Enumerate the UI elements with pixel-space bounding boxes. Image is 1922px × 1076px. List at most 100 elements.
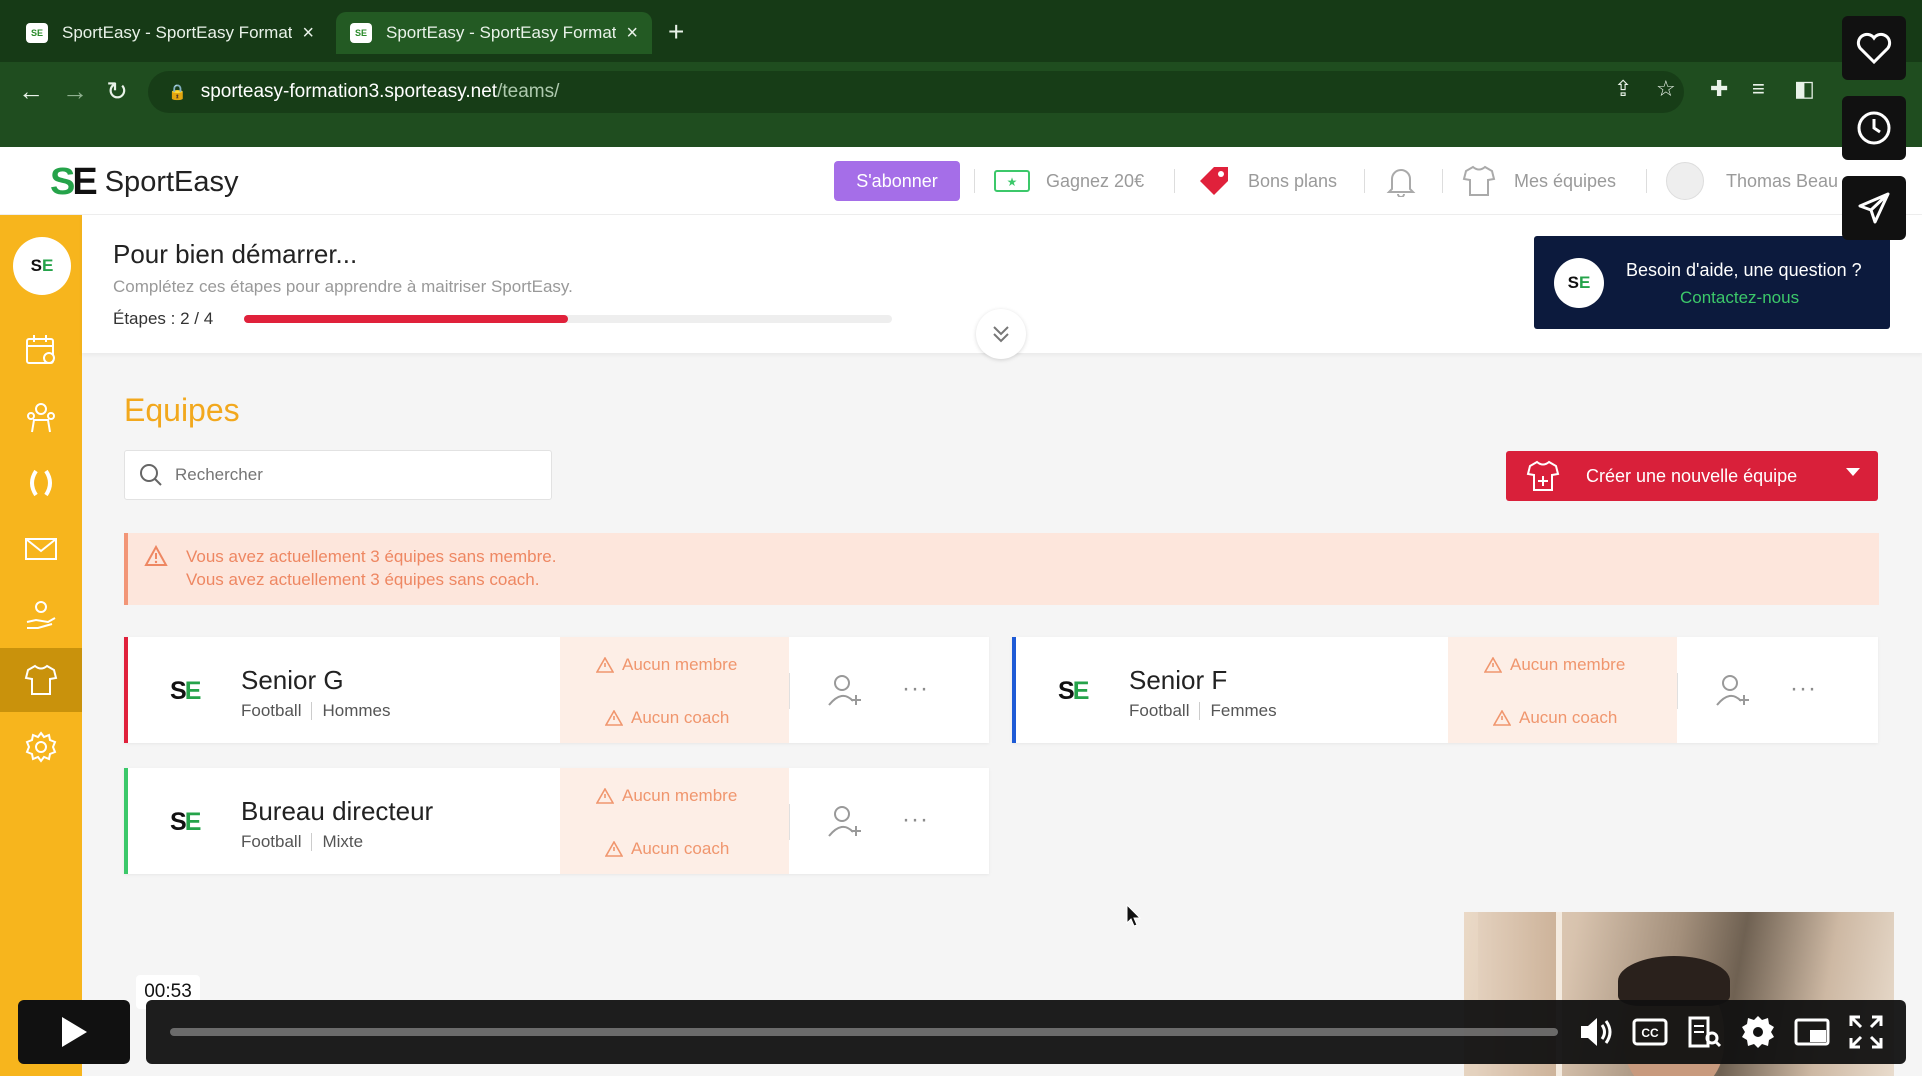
no-coach-warning: Aucun coach — [1493, 708, 1617, 728]
deals-link[interactable]: Bons plans — [1196, 161, 1337, 201]
calendar-icon — [26, 335, 55, 364]
tag-icon — [1200, 167, 1228, 195]
sidebar-item-calendar[interactable] — [0, 318, 82, 382]
se-logo-icon: SE — [50, 161, 98, 203]
sidebar-item-finance[interactable] — [0, 583, 82, 647]
expand-onboarding-button[interactable] — [976, 309, 1026, 359]
sidebar: SE — [0, 215, 82, 1076]
url-path: /teams/ — [497, 81, 560, 102]
browser-chrome: SE SportEasy - SportEasy Formati × SE Sp… — [0, 0, 1922, 147]
watch-later-button[interactable] — [1842, 96, 1906, 160]
send-icon — [1858, 192, 1890, 224]
search-input[interactable] — [175, 465, 535, 485]
add-user-icon[interactable] — [827, 673, 863, 707]
sidebar-item-settings[interactable] — [0, 715, 82, 779]
add-jersey-icon — [1526, 460, 1560, 491]
my-teams-link[interactable]: Mes équipes — [1462, 161, 1616, 201]
no-member-warning: Aucun membre — [596, 655, 737, 675]
help-question: Besoin d'aide, une question ? — [1626, 260, 1862, 280]
share-icon[interactable]: ⇪ — [1614, 76, 1632, 102]
add-user-icon[interactable] — [827, 804, 863, 838]
mail-icon — [25, 538, 57, 560]
reading-list-icon[interactable]: ≡ — [1752, 76, 1765, 102]
team-name[interactable]: Bureau directeur — [241, 796, 433, 827]
video-control-bar: CC — [146, 1000, 1906, 1064]
user-menu[interactable]: Thomas Beau — [1666, 161, 1838, 201]
team-name[interactable]: Senior G — [241, 665, 344, 696]
tab-bar: SE SportEasy - SportEasy Formati × SE Sp… — [0, 0, 1922, 62]
team-logo: SE — [170, 677, 201, 705]
video-controls: CC — [18, 998, 1906, 1066]
bookmark-star-icon[interactable]: ☆ — [1656, 76, 1676, 102]
warning-icon — [596, 788, 614, 804]
side-panel-icon[interactable]: ◧ — [1794, 76, 1815, 102]
brand-name: SportEasy — [104, 166, 239, 198]
address-bar[interactable]: 🔒 sporteasy-formation3.sporteasy.net/tea… — [148, 71, 1684, 113]
onboarding-title: Pour bien démarrer... — [113, 239, 358, 269]
jersey-icon — [24, 664, 58, 695]
more-options-icon[interactable]: ··· — [1790, 675, 1817, 703]
sidebar-item-stats[interactable] — [0, 451, 82, 515]
help-box[interactable]: SE Besoin d'aide, une question ? Contact… — [1534, 236, 1890, 329]
earn-link[interactable]: ★ Gagnez 20€ — [994, 161, 1144, 201]
close-tab-icon[interactable]: × — [302, 22, 314, 45]
tab-title: SportEasy - SportEasy Formati — [62, 23, 293, 42]
more-options-icon[interactable]: ··· — [902, 675, 929, 703]
browser-tab-1[interactable]: SE SportEasy - SportEasy Formati × — [12, 12, 328, 54]
like-video-button[interactable] — [1842, 16, 1906, 80]
svg-text:★: ★ — [1007, 175, 1018, 189]
team-card[interactable]: SE Senior G Football Hommes Aucun membre … — [124, 637, 989, 743]
ticket-icon: ★ — [994, 170, 1030, 192]
contact-link[interactable]: Contactez-nous — [1680, 288, 1799, 308]
caret-down-icon[interactable] — [1846, 468, 1860, 476]
extensions-icon[interactable]: ✚ — [1710, 76, 1728, 102]
more-options-icon[interactable]: ··· — [902, 806, 929, 834]
warning-icon — [1484, 657, 1502, 673]
notifications-bell[interactable] — [1386, 161, 1416, 201]
alert-line: Vous avez actuellement 3 équipes sans co… — [186, 570, 540, 589]
browser-tab-2[interactable]: SE SportEasy - SportEasy Formati × — [336, 12, 652, 54]
warning-icon — [1493, 710, 1511, 726]
video-scrubber[interactable] — [170, 1028, 1558, 1036]
picture-in-picture-icon[interactable] — [1794, 1014, 1830, 1050]
header-divider — [1646, 169, 1647, 193]
sidebar-item-teams[interactable] — [0, 648, 82, 712]
create-team-button[interactable]: Créer une nouvelle équipe — [1506, 451, 1878, 501]
sidebar-logo[interactable]: SE — [13, 237, 71, 295]
alert-line: Vous avez actuellement 3 équipes sans me… — [186, 547, 557, 566]
close-tab-icon[interactable]: × — [626, 22, 638, 45]
subscribe-button[interactable]: S'abonner — [834, 161, 960, 201]
sporteasy-logo[interactable]: SE SportEasy — [50, 161, 239, 204]
sidebar-item-members[interactable] — [0, 385, 82, 449]
create-team-label: Créer une nouvelle équipe — [1586, 465, 1798, 486]
forward-icon[interactable]: → — [56, 72, 94, 110]
search-box[interactable] — [124, 450, 552, 500]
onboarding-progress-bar — [244, 315, 892, 323]
volume-icon[interactable] — [1578, 1014, 1616, 1050]
url-host: sporteasy-formation3.sporteasy.net — [200, 81, 498, 102]
warning-icon — [605, 841, 623, 857]
team-sport: Football — [1129, 701, 1190, 720]
no-member-warning: Aucun membre — [596, 786, 737, 806]
support-avatar: SE — [1554, 258, 1604, 308]
play-button[interactable] — [18, 1000, 130, 1064]
settings-gear-icon[interactable] — [1740, 1014, 1776, 1050]
sidebar-item-messages[interactable] — [0, 517, 82, 581]
team-warning: Aucun membre Aucun coach — [560, 768, 789, 874]
share-video-button[interactable] — [1842, 176, 1906, 240]
header-divider — [1442, 169, 1443, 193]
team-card[interactable]: SE Bureau directeur Football Mixte Aucun … — [124, 768, 989, 874]
back-icon[interactable]: ← — [12, 72, 50, 110]
warning-alert: Vous avez actuellement 3 équipes sans me… — [124, 533, 1879, 605]
add-user-icon[interactable] — [1715, 673, 1751, 707]
team-card[interactable]: SE Senior F Football Femmes Aucun membre … — [1012, 637, 1878, 743]
new-tab-icon[interactable]: + — [668, 16, 684, 48]
reload-icon[interactable]: ↻ — [98, 72, 136, 110]
team-category: Hommes — [322, 701, 391, 720]
team-name[interactable]: Senior F — [1129, 665, 1227, 696]
transcript-icon[interactable] — [1686, 1014, 1722, 1050]
fullscreen-icon[interactable] — [1848, 1014, 1884, 1050]
captions-icon[interactable]: CC — [1632, 1014, 1668, 1050]
card-divider — [789, 673, 790, 709]
no-coach-warning: Aucun coach — [605, 839, 729, 859]
